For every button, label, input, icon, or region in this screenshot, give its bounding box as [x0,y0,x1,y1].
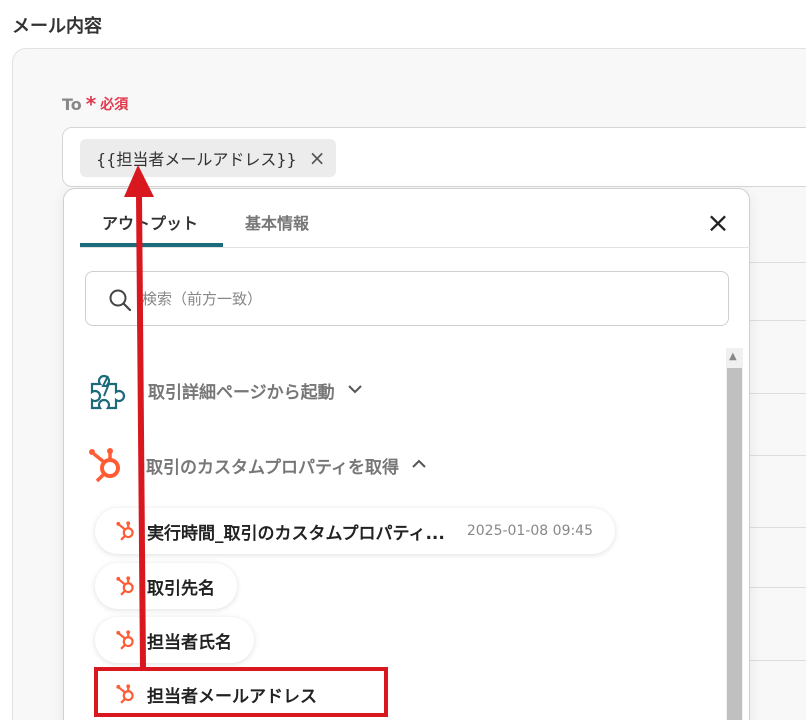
background-row-divider [750,455,806,456]
group-label: 取引のカスタムプロパティを取得 [146,457,399,478]
close-icon[interactable]: × [704,209,732,237]
output-item-execution-time[interactable]: 実行時間_取引のカスタムプロパティ... 2025-01-08 09:45 [95,508,616,554]
to-label: To * 必須 [62,92,128,116]
to-label-text: To [62,94,82,114]
search-input[interactable] [142,286,702,312]
background-row-divider [750,660,806,661]
item-label: 実行時間_取引のカスタムプロパティ... [147,523,445,544]
item-label: 取引先名 [147,578,215,599]
hubspot-icon [89,448,120,483]
search-icon [109,289,132,312]
section-title: メール内容 [12,16,102,37]
tab-basic-info[interactable]: 基本情報 [245,210,309,234]
chip-remove-icon[interactable]: × [309,148,326,168]
search-box [85,271,729,326]
required-asterisk: * [85,92,97,116]
scroll-up-icon[interactable]: ▲ [729,351,737,362]
item-value: 2025-01-08 09:45 [466,523,594,539]
tab-divider [80,247,750,248]
item-label: 担当者氏名 [147,632,232,653]
output-item-company-name[interactable]: 取引先名 [95,563,237,609]
hubspot-icon [116,576,134,596]
hubspot-icon [116,630,134,650]
chip-text: {{担当者メールアドレス}} [96,150,297,169]
output-item-contact-name[interactable]: 担当者氏名 [95,617,254,663]
background-row-divider [750,393,806,394]
background-row-divider [750,320,806,321]
chevron-down-icon [347,382,363,398]
puzzle-icon [90,374,126,410]
required-text: 必須 [100,97,129,113]
group-trigger-deal-page[interactable]: 取引詳細ページから起動 [86,370,363,410]
group-custom-properties[interactable]: 取引のカスタムプロパティを取得 [86,446,427,484]
tab-output[interactable]: アウトプット [102,210,198,234]
hubspot-icon [116,521,134,541]
chevron-up-icon [411,457,427,473]
group-label: 取引詳細ページから起動 [148,382,335,403]
background-row-divider [750,262,806,263]
background-row-divider [750,527,806,528]
annotation-highlight-box [94,667,388,717]
variable-chip[interactable]: {{担当者メールアドレス}} × [80,139,336,177]
background-row-divider [750,587,806,588]
scrollbar-thumb[interactable] [727,368,742,720]
